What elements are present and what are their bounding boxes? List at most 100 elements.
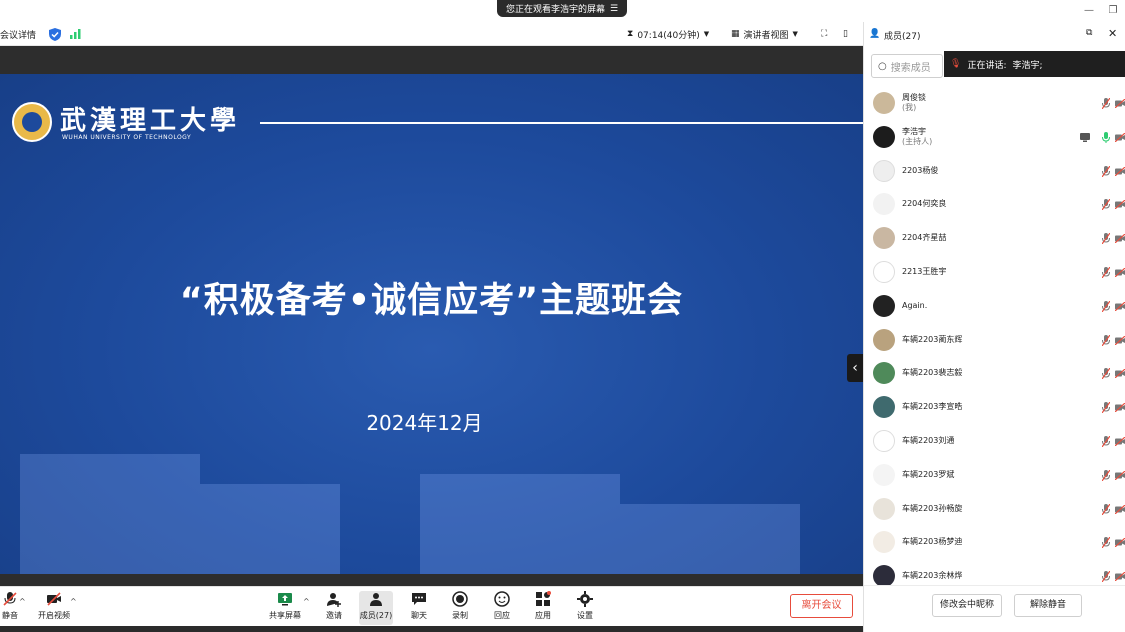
microphone-muted-icon[interactable] — [1102, 165, 1110, 177]
share-screen-button[interactable]: 共享屏幕 — [265, 591, 305, 625]
microphone-muted-icon[interactable] — [1102, 334, 1110, 346]
microphone-muted-icon[interactable] — [1102, 402, 1110, 414]
member-row[interactable]: 周俊锬 (我) — [864, 87, 1125, 121]
camera-off-icon[interactable] — [1115, 369, 1125, 379]
camera-off-icon[interactable] — [1115, 267, 1125, 277]
member-row[interactable]: 2213王胜宇 — [864, 256, 1125, 290]
microphone-muted-icon[interactable] — [1102, 300, 1110, 312]
chat-button[interactable]: 聊天 — [401, 591, 437, 625]
chevron-down-icon: ▼ — [792, 30, 798, 38]
camera-off-icon[interactable] — [1115, 200, 1125, 210]
member-row[interactable]: 车辆2203刘通 — [864, 425, 1125, 459]
invite-button[interactable]: 邀请 — [316, 591, 352, 625]
member-name-text: 2203杨俊 — [902, 165, 939, 175]
camera-off-icon[interactable] — [1115, 470, 1125, 480]
member-row[interactable]: 2204何奕良 — [864, 188, 1125, 222]
gear-icon — [577, 591, 593, 607]
member-name: 车辆2203孙畅旋 — [902, 504, 962, 514]
member-row[interactable]: 车辆2203裴志毅 — [864, 357, 1125, 391]
shield-icon[interactable] — [49, 26, 61, 42]
avatar — [873, 159, 895, 182]
rename-button[interactable]: 修改会中昵称 — [932, 594, 1002, 617]
search-icon: ○ — [878, 60, 887, 72]
collapse-panel-button[interactable]: ‹ — [847, 354, 863, 382]
camera-off-icon[interactable] — [1115, 436, 1125, 446]
university-logo-icon — [12, 102, 52, 142]
camera-off-icon[interactable] — [1115, 301, 1125, 311]
popout-icon[interactable]: ⧉ — [1086, 28, 1092, 38]
camera-off-icon[interactable] — [1115, 166, 1125, 176]
chevron-up-icon[interactable]: ^ — [19, 597, 26, 606]
microphone-muted-icon[interactable] — [1102, 199, 1110, 211]
minimize-icon[interactable]: — — [1082, 4, 1096, 18]
meeting-toolbar: 会议详情 ⧗ 07:14(40分钟) ▼ ▦ 演讲者视图 ▼ ⛶ ▯ — [0, 22, 863, 46]
member-name: Again. — [902, 301, 927, 311]
settings-button[interactable]: 设置 — [567, 591, 603, 625]
chevron-up-icon[interactable]: ^ — [70, 597, 77, 606]
maximize-icon[interactable]: ❐ — [1106, 4, 1120, 18]
microphone-muted-icon[interactable] — [1102, 266, 1110, 278]
members-button[interactable]: 成员(27) — [359, 591, 393, 625]
record-button[interactable]: 录制 — [442, 591, 478, 625]
microphone-muted-icon[interactable] — [1102, 368, 1110, 380]
view-mode-selector[interactable]: ▦ 演讲者视图 ▼ — [731, 26, 798, 42]
menu-icon[interactable]: ☰ — [610, 4, 618, 14]
timer-text: 07:14(40分钟) — [637, 30, 700, 41]
meeting-info-link[interactable]: 会议详情 — [0, 26, 36, 42]
search-members-input[interactable]: ○ 搜索成员 — [871, 54, 943, 78]
camera-off-icon[interactable] — [1115, 99, 1125, 108]
microphone-muted-icon[interactable] — [1102, 233, 1110, 245]
member-name: 周俊锬 (我) — [902, 93, 926, 113]
university-name-en: WUHAN UNIVERSITY OF TECHNOLOGY — [62, 134, 192, 141]
record-icon — [452, 591, 468, 607]
chevron-up-icon[interactable]: ^ — [303, 597, 310, 606]
fullscreen-icon[interactable]: ⛶ — [821, 26, 827, 42]
member-row[interactable]: 车辆2203蔺东辉 — [864, 324, 1125, 358]
avatar — [873, 92, 895, 114]
sharing-notice-pill[interactable]: 您正在观看李浩宇的屏幕 ☰ — [497, 0, 627, 17]
avatar — [873, 396, 895, 419]
member-row[interactable]: 车辆2203杨梦迪 — [864, 526, 1125, 560]
microphone-icon[interactable] — [1102, 131, 1110, 143]
microphone-muted-icon[interactable] — [1102, 98, 1110, 109]
camera-off-icon[interactable] — [1115, 234, 1125, 244]
microphone-muted-icon[interactable] — [1102, 435, 1110, 447]
camera-off-icon[interactable] — [1115, 132, 1125, 142]
microphone-muted-icon[interactable] — [1102, 537, 1110, 549]
member-row[interactable]: 车辆2203孙畅旋 — [864, 493, 1125, 527]
unmute-all-button[interactable]: 解除静音 — [1014, 594, 1082, 617]
signal-icon[interactable] — [70, 26, 82, 42]
member-name-text: 车辆2203罗斌 — [902, 469, 955, 479]
microphone-muted-icon[interactable] — [1102, 503, 1110, 515]
reaction-button[interactable]: 回应 — [484, 591, 520, 625]
close-icon[interactable]: ✕ — [1108, 27, 1117, 40]
member-row[interactable]: 车辆2203罗斌 — [864, 459, 1125, 493]
member-row[interactable]: 2203杨俊 — [864, 155, 1125, 189]
layout-icon: ▦ — [731, 29, 740, 39]
member-row[interactable]: 车辆2203李宣晧 — [864, 391, 1125, 425]
camera-off-icon[interactable] — [1115, 504, 1125, 514]
camera-off-icon[interactable] — [1115, 538, 1125, 548]
camera-off-icon[interactable] — [1115, 335, 1125, 345]
meeting-timer[interactable]: ⧗ 07:14(40分钟) ▼ — [627, 26, 709, 42]
avatar — [873, 260, 895, 283]
member-name: 2213王胜宇 — [902, 267, 946, 277]
camera-off-icon[interactable] — [1115, 572, 1125, 582]
member-row[interactable]: Again. — [864, 290, 1125, 324]
member-row[interactable]: 车辆2203余林烨 — [864, 560, 1125, 585]
member-row[interactable]: 李浩宇 (主持人) — [864, 121, 1125, 155]
microphone-muted-icon[interactable] — [1102, 469, 1110, 481]
settings-label: 设置 — [577, 611, 593, 620]
member-row[interactable]: 2204齐星喆 — [864, 222, 1125, 256]
taskbar-strip — [0, 626, 863, 632]
apps-button[interactable]: 应用 — [525, 591, 561, 625]
start-video-button[interactable]: 开启视频 — [34, 591, 74, 625]
camera-off-icon[interactable] — [1115, 403, 1125, 413]
member-name-text: 周俊锬 — [902, 93, 926, 102]
microphone-muted-icon[interactable] — [1102, 571, 1110, 583]
leave-meeting-button[interactable]: 离开会议 — [790, 594, 853, 618]
shared-screen-stage: 武漢理工大學 WUHAN UNIVERSITY OF TECHNOLOGY “积… — [0, 46, 863, 586]
member-name: 车辆2203蔺东辉 — [902, 335, 962, 345]
sidebar-toggle-icon[interactable]: ▯ — [843, 26, 848, 42]
members-label: 成员(27) — [359, 611, 393, 620]
